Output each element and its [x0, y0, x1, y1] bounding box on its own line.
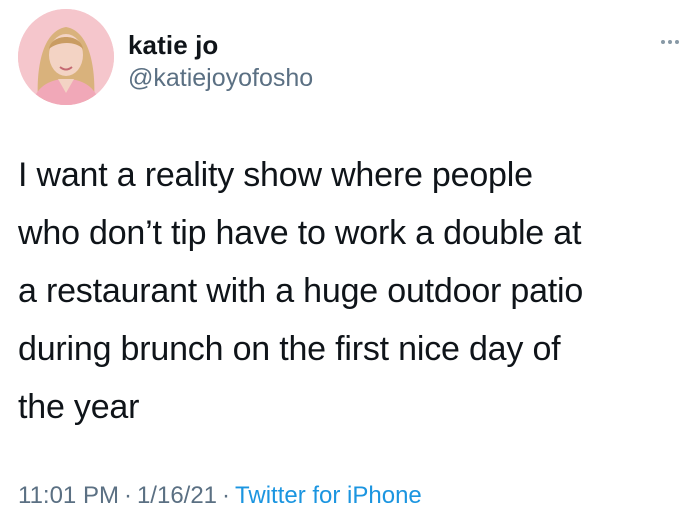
- tweet-date[interactable]: 1/16/21: [137, 482, 217, 509]
- tweet-time[interactable]: 11:01 PM: [18, 482, 119, 509]
- tweet-text-line: who don’t tip have to work a double at: [18, 214, 582, 252]
- separator: ·: [123, 482, 132, 509]
- tweet-text-line: a restaurant with a huge outdoor patio: [18, 272, 584, 310]
- tweet-source-link[interactable]: Twitter for iPhone: [235, 482, 422, 509]
- more-horizontal-icon-dot: [668, 40, 672, 44]
- tweet-text: I want a reality show where people who d…: [18, 146, 688, 436]
- tweet-text-line: I want a reality show where people: [18, 156, 533, 194]
- profile-photo-icon: [18, 9, 114, 105]
- more-horizontal-icon: [661, 40, 665, 44]
- display-name[interactable]: katie jo: [128, 30, 218, 61]
- more-horizontal-icon-dot: [675, 40, 679, 44]
- tweet-card: katie jo @katiejoyofosho I want a realit…: [0, 0, 700, 529]
- more-options-button[interactable]: [652, 32, 688, 52]
- avatar[interactable]: [18, 9, 114, 105]
- separator: ·: [222, 482, 231, 509]
- tweet-metadata: 11:01 PM · 1/16/21 · Twitter for iPhone: [18, 482, 422, 510]
- tweet-text-line: the year: [18, 388, 140, 426]
- username-handle[interactable]: @katiejoyofosho: [128, 64, 313, 93]
- tweet-text-line: during brunch on the first nice day of: [18, 330, 561, 368]
